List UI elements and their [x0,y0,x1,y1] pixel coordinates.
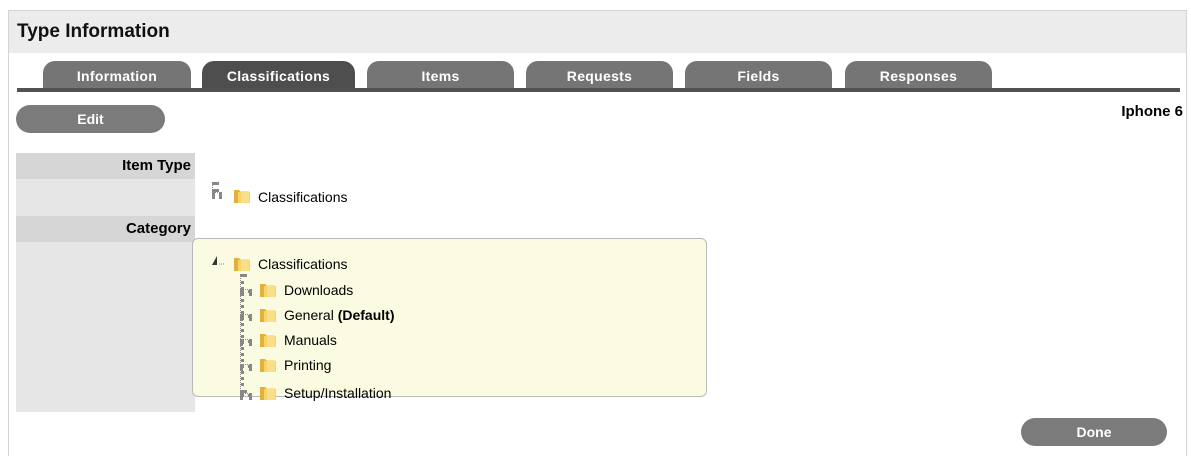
tree-node-label[interactable]: Downloads [284,282,353,298]
tab-bar: Information Classifications Items Reques… [9,53,1186,98]
tree-node-label[interactable]: General (Default) [284,307,394,323]
default-marker: (Default) [337,307,395,323]
folder-icon [234,190,250,203]
tree-connector [240,314,252,318]
tab-information[interactable]: Information [43,61,191,89]
edit-button[interactable]: Edit [16,105,165,133]
tree-node-label[interactable]: Setup/Installation [284,385,391,401]
tab-underline [17,88,1180,92]
done-button[interactable]: Done [1021,418,1167,446]
item-name: Iphone 6 [1121,103,1183,120]
folder-icon [234,258,250,271]
folder-icon [260,309,276,322]
tree-connector [240,393,252,397]
category-label: Category [16,216,195,242]
folder-icon [260,387,276,400]
tab-requests[interactable]: Requests [526,61,673,89]
tree-connector [212,182,216,192]
tree-node-label[interactable]: Printing [284,357,331,373]
folder-icon [260,284,276,297]
folder-icon [260,334,276,347]
tree-connector [240,289,252,293]
tab-fields[interactable]: Fields [685,61,832,89]
tab-responses[interactable]: Responses [845,61,992,89]
tree-connector [240,364,252,368]
folder-icon [260,359,276,372]
tree-node-label[interactable]: Classifications [258,189,347,205]
tree-node-label[interactable]: Manuals [284,332,337,348]
item-type-label: Item Type [16,153,195,179]
label-column [16,153,195,412]
tab-items[interactable]: Items [367,61,514,89]
tree-connector [240,339,252,343]
tree-connector [212,192,222,196]
page-title: Type Information [17,21,170,42]
tree-root-label[interactable]: Classifications [258,256,347,272]
tree-expand-icon[interactable] [211,254,225,266]
tab-classifications[interactable]: Classifications [202,61,355,89]
panel-header: Type Information [9,11,1186,53]
